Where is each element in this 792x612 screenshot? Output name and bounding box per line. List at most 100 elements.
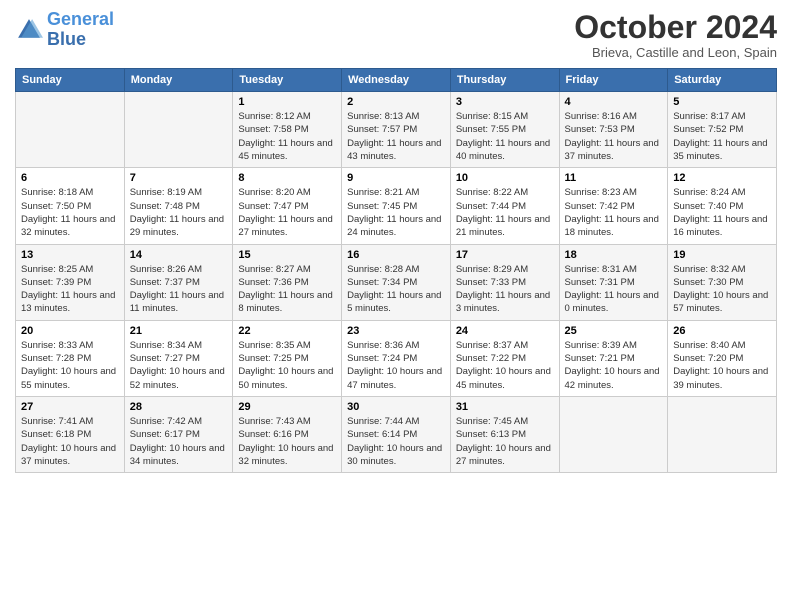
day-info: Sunrise: 7:43 AM Sunset: 6:16 PM Dayligh… [238, 415, 336, 468]
logo-icon [15, 16, 43, 44]
day-info: Sunrise: 8:15 AM Sunset: 7:55 PM Dayligh… [456, 110, 554, 163]
calendar-body: 1 Sunrise: 8:12 AM Sunset: 7:58 PM Daylig… [16, 92, 777, 473]
day-number: 10 [456, 172, 554, 184]
calendar-week-row: 27Sunrise: 7:41 AM Sunset: 6:18 PM Dayli… [16, 396, 777, 472]
calendar-cell: 7 Sunrise: 8:19 AM Sunset: 7:48 PM Daylig… [124, 168, 233, 244]
day-info: Sunrise: 8:29 AM Sunset: 7:33 PM Dayligh… [456, 263, 554, 316]
day-number: 1 [238, 96, 336, 108]
calendar-cell: 3 Sunrise: 8:15 AM Sunset: 7:55 PM Daylig… [450, 92, 559, 168]
calendar-cell [124, 92, 233, 168]
calendar-cell: 28 Sunrise: 7:42 AM Sunset: 6:17 PM Dayli… [124, 396, 233, 472]
calendar-cell: 10Sunrise: 8:22 AM Sunset: 7:44 PM Dayli… [450, 168, 559, 244]
day-number: 11 [565, 172, 663, 184]
calendar-cell: 6 Sunrise: 8:18 AM Sunset: 7:50 PM Daylig… [16, 168, 125, 244]
calendar-cell: 18 Sunrise: 8:31 AM Sunset: 7:31 PM Dayli… [559, 244, 668, 320]
calendar-table: SundayMondayTuesdayWednesdayThursdayFrid… [15, 68, 777, 473]
day-number: 31 [456, 401, 554, 413]
weekday-header: Wednesday [342, 69, 451, 92]
day-number: 29 [238, 401, 336, 413]
day-number: 13 [21, 249, 119, 261]
day-number: 7 [130, 172, 228, 184]
day-info: Sunrise: 8:20 AM Sunset: 7:47 PM Dayligh… [238, 186, 336, 239]
calendar-cell: 19 Sunrise: 8:32 AM Sunset: 7:30 PM Dayli… [668, 244, 777, 320]
day-number: 14 [130, 249, 228, 261]
day-number: 22 [238, 325, 336, 337]
day-number: 12 [673, 172, 771, 184]
calendar-cell: 13 Sunrise: 8:25 AM Sunset: 7:39 PM Dayli… [16, 244, 125, 320]
day-number: 23 [347, 325, 445, 337]
title-area: October 2024 Brieva, Castille and Leon, … [574, 10, 777, 60]
calendar-week-row: 13 Sunrise: 8:25 AM Sunset: 7:39 PM Dayli… [16, 244, 777, 320]
day-info: Sunrise: 8:33 AM Sunset: 7:28 PM Dayligh… [21, 339, 119, 392]
day-info: Sunrise: 8:37 AM Sunset: 7:22 PM Dayligh… [456, 339, 554, 392]
day-number: 16 [347, 249, 445, 261]
weekday-row: SundayMondayTuesdayWednesdayThursdayFrid… [16, 69, 777, 92]
calendar-cell: 30 Sunrise: 7:44 AM Sunset: 6:14 PM Dayli… [342, 396, 451, 472]
weekday-header: Monday [124, 69, 233, 92]
calendar-cell: 22 Sunrise: 8:35 AM Sunset: 7:25 PM Dayli… [233, 320, 342, 396]
day-number: 3 [456, 96, 554, 108]
day-info: Sunrise: 7:45 AM Sunset: 6:13 PM Dayligh… [456, 415, 554, 468]
day-number: 4 [565, 96, 663, 108]
day-number: 18 [565, 249, 663, 261]
main-title: October 2024 [574, 10, 777, 45]
day-info: Sunrise: 8:19 AM Sunset: 7:48 PM Dayligh… [130, 186, 228, 239]
calendar-header: SundayMondayTuesdayWednesdayThursdayFrid… [16, 69, 777, 92]
day-info: Sunrise: 8:34 AM Sunset: 7:27 PM Dayligh… [130, 339, 228, 392]
day-info: Sunrise: 8:23 AM Sunset: 7:42 PM Dayligh… [565, 186, 663, 239]
day-number: 9 [347, 172, 445, 184]
calendar-cell [16, 92, 125, 168]
day-info: Sunrise: 8:17 AM Sunset: 7:52 PM Dayligh… [673, 110, 771, 163]
weekday-header: Friday [559, 69, 668, 92]
calendar-cell: 24Sunrise: 8:37 AM Sunset: 7:22 PM Dayli… [450, 320, 559, 396]
day-info: Sunrise: 7:41 AM Sunset: 6:18 PM Dayligh… [21, 415, 119, 468]
calendar-cell: 31 Sunrise: 7:45 AM Sunset: 6:13 PM Dayli… [450, 396, 559, 472]
day-info: Sunrise: 8:32 AM Sunset: 7:30 PM Dayligh… [673, 263, 771, 316]
day-info: Sunrise: 7:42 AM Sunset: 6:17 PM Dayligh… [130, 415, 228, 468]
calendar-cell: 11 Sunrise: 8:23 AM Sunset: 7:42 PM Dayli… [559, 168, 668, 244]
weekday-header: Thursday [450, 69, 559, 92]
day-info: Sunrise: 8:13 AM Sunset: 7:57 PM Dayligh… [347, 110, 445, 163]
weekday-header: Sunday [16, 69, 125, 92]
calendar-cell: 21Sunrise: 8:34 AM Sunset: 7:27 PM Dayli… [124, 320, 233, 396]
calendar-cell: 15Sunrise: 8:27 AM Sunset: 7:36 PM Dayli… [233, 244, 342, 320]
day-number: 25 [565, 325, 663, 337]
subtitle: Brieva, Castille and Leon, Spain [574, 45, 777, 60]
day-number: 5 [673, 96, 771, 108]
day-info: Sunrise: 8:31 AM Sunset: 7:31 PM Dayligh… [565, 263, 663, 316]
day-info: Sunrise: 7:44 AM Sunset: 6:14 PM Dayligh… [347, 415, 445, 468]
logo-text: General Blue [47, 10, 114, 50]
calendar-cell: 8 Sunrise: 8:20 AM Sunset: 7:47 PM Daylig… [233, 168, 342, 244]
day-info: Sunrise: 8:12 AM Sunset: 7:58 PM Dayligh… [238, 110, 336, 163]
calendar-cell: 1 Sunrise: 8:12 AM Sunset: 7:58 PM Daylig… [233, 92, 342, 168]
logo-line2: Blue [47, 29, 86, 49]
weekday-header: Saturday [668, 69, 777, 92]
day-info: Sunrise: 8:39 AM Sunset: 7:21 PM Dayligh… [565, 339, 663, 392]
day-info: Sunrise: 8:16 AM Sunset: 7:53 PM Dayligh… [565, 110, 663, 163]
day-number: 26 [673, 325, 771, 337]
day-number: 6 [21, 172, 119, 184]
weekday-header: Tuesday [233, 69, 342, 92]
day-info: Sunrise: 8:28 AM Sunset: 7:34 PM Dayligh… [347, 263, 445, 316]
calendar-cell: 27Sunrise: 7:41 AM Sunset: 6:18 PM Dayli… [16, 396, 125, 472]
day-number: 19 [673, 249, 771, 261]
header: General Blue October 2024 Brieva, Castil… [15, 10, 777, 60]
calendar-cell: 23Sunrise: 8:36 AM Sunset: 7:24 PM Dayli… [342, 320, 451, 396]
calendar-cell [668, 396, 777, 472]
day-info: Sunrise: 8:25 AM Sunset: 7:39 PM Dayligh… [21, 263, 119, 316]
day-number: 28 [130, 401, 228, 413]
day-number: 15 [238, 249, 336, 261]
calendar-cell: 5 Sunrise: 8:17 AM Sunset: 7:52 PM Daylig… [668, 92, 777, 168]
day-info: Sunrise: 8:35 AM Sunset: 7:25 PM Dayligh… [238, 339, 336, 392]
day-number: 30 [347, 401, 445, 413]
day-info: Sunrise: 8:18 AM Sunset: 7:50 PM Dayligh… [21, 186, 119, 239]
day-info: Sunrise: 8:26 AM Sunset: 7:37 PM Dayligh… [130, 263, 228, 316]
calendar-cell: 16 Sunrise: 8:28 AM Sunset: 7:34 PM Dayli… [342, 244, 451, 320]
day-info: Sunrise: 8:40 AM Sunset: 7:20 PM Dayligh… [673, 339, 771, 392]
calendar-cell [559, 396, 668, 472]
day-number: 8 [238, 172, 336, 184]
day-info: Sunrise: 8:24 AM Sunset: 7:40 PM Dayligh… [673, 186, 771, 239]
calendar-week-row: 1 Sunrise: 8:12 AM Sunset: 7:58 PM Daylig… [16, 92, 777, 168]
calendar-cell: 29 Sunrise: 7:43 AM Sunset: 6:16 PM Dayli… [233, 396, 342, 472]
calendar-cell: 20Sunrise: 8:33 AM Sunset: 7:28 PM Dayli… [16, 320, 125, 396]
